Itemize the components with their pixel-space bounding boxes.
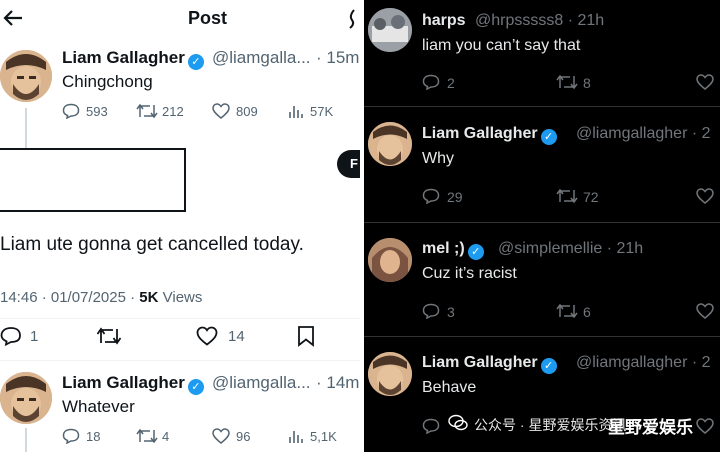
reply-icon[interactable] bbox=[62, 103, 80, 119]
tweet-text: liam you can’t say that bbox=[422, 37, 581, 54]
embedded-media-box[interactable] bbox=[0, 148, 186, 212]
back-arrow-icon[interactable] bbox=[2, 8, 24, 28]
reply-count: 593 bbox=[86, 104, 108, 119]
author-handle[interactable]: @liamgalla... bbox=[212, 373, 311, 393]
tweet-time: · 14m bbox=[316, 373, 360, 392]
retweet-icon[interactable] bbox=[556, 303, 578, 319]
avatar[interactable] bbox=[368, 238, 412, 282]
retweet-icon[interactable] bbox=[556, 188, 578, 204]
reply-count: 18 bbox=[86, 429, 101, 444]
author-name[interactable]: Liam Gallagher ✓ bbox=[62, 373, 204, 395]
author-name[interactable]: mel ;) ✓ bbox=[422, 240, 484, 260]
tweet-text: Why bbox=[422, 150, 454, 167]
main-like-count: 14 bbox=[228, 328, 245, 345]
views-icon[interactable] bbox=[288, 428, 304, 444]
views-count: 5,1K bbox=[310, 429, 337, 444]
reply-icon[interactable] bbox=[422, 418, 440, 434]
divider bbox=[0, 360, 360, 361]
reply-icon[interactable] bbox=[422, 188, 440, 204]
retweet-count: 8 bbox=[583, 75, 591, 91]
reply-icon[interactable] bbox=[62, 428, 80, 444]
divider bbox=[0, 318, 360, 319]
reply-count: 3 bbox=[447, 304, 455, 320]
reply-count: 2 bbox=[447, 75, 455, 91]
heart-icon[interactable] bbox=[696, 418, 714, 434]
tweet-text: Behave bbox=[422, 379, 477, 396]
author-handle[interactable]: @liamgallagher · 2 bbox=[576, 354, 711, 372]
author-handle[interactable]: @simplemellie · 21h bbox=[498, 240, 643, 258]
reply-count: 29 bbox=[447, 189, 463, 205]
retweet-count: 212 bbox=[162, 104, 184, 119]
bookmark-icon[interactable] bbox=[297, 325, 315, 347]
verified-badge-icon: ✓ bbox=[187, 379, 204, 395]
author-handle[interactable]: @liamgalla... bbox=[212, 48, 311, 68]
retweet-count: 6 bbox=[583, 304, 591, 320]
watermark-brand: 星野爱娱乐 bbox=[608, 418, 693, 437]
header-title: Post bbox=[188, 8, 228, 28]
avatar[interactable] bbox=[368, 352, 412, 396]
reply-icon[interactable] bbox=[422, 303, 440, 319]
heart-icon[interactable] bbox=[212, 103, 230, 119]
right-panel: harps @hrpsssss8 · 21h liam you can’t sa… bbox=[364, 0, 720, 452]
divider bbox=[364, 106, 720, 107]
retweet-count: 4 bbox=[162, 429, 170, 444]
author-handle[interactable]: @liamgallagher · 2 bbox=[576, 125, 711, 143]
author-name[interactable]: Liam Gallagher ✓ bbox=[422, 125, 557, 145]
reply-icon[interactable] bbox=[422, 74, 440, 90]
tweet-text: Whatever bbox=[62, 397, 135, 416]
divider bbox=[364, 222, 720, 223]
heart-icon[interactable] bbox=[696, 188, 714, 204]
author-name[interactable]: harps bbox=[422, 12, 466, 30]
verified-badge-icon: ✓ bbox=[467, 244, 484, 260]
more-icon[interactable] bbox=[347, 8, 357, 30]
wechat-icon bbox=[448, 414, 468, 431]
post-datetime: 14:46 · 01/07/2025 · 5K Views bbox=[0, 289, 203, 306]
avatar[interactable] bbox=[368, 8, 412, 52]
verified-badge-icon: ✓ bbox=[187, 54, 204, 70]
retweet-icon[interactable] bbox=[556, 74, 578, 90]
like-count: 809 bbox=[236, 104, 258, 119]
heart-icon[interactable] bbox=[696, 74, 714, 90]
avatar[interactable] bbox=[368, 122, 412, 166]
watermark-source: 公众号 · 星野爱娱乐资讯 bbox=[474, 417, 627, 433]
views-icon[interactable] bbox=[288, 103, 304, 119]
author-name[interactable]: Liam Gallagher ✓ bbox=[422, 354, 557, 374]
retweet-icon[interactable] bbox=[136, 428, 158, 444]
heart-icon[interactable] bbox=[696, 303, 714, 319]
follow-button[interactable]: F bbox=[337, 150, 360, 178]
thread-line bbox=[25, 428, 27, 452]
main-post-text: Liam ute gonna get cancelled today. bbox=[0, 234, 304, 255]
heart-icon[interactable] bbox=[196, 326, 218, 346]
verified-badge-icon: ✓ bbox=[540, 129, 557, 145]
author-handle[interactable]: @hrpsssss8 · 21h bbox=[475, 12, 604, 30]
like-count: 96 bbox=[236, 429, 251, 444]
tweet-text: Chingchong bbox=[62, 72, 153, 91]
main-reply-count: 1 bbox=[30, 328, 39, 345]
tweet-time: · 15m bbox=[316, 48, 360, 67]
tweet-text: Cuz it’s racist bbox=[422, 265, 517, 282]
left-panel: Post Liam Gallagher ✓ @liamgalla... · 15m… bbox=[0, 0, 360, 452]
divider bbox=[364, 336, 720, 337]
thread-line bbox=[25, 108, 27, 150]
views-number: 5K bbox=[139, 289, 159, 306]
reply-icon[interactable] bbox=[0, 326, 22, 346]
retweet-icon[interactable] bbox=[96, 326, 122, 346]
verified-badge-icon: ✓ bbox=[540, 358, 557, 374]
retweet-icon[interactable] bbox=[136, 103, 158, 119]
views-count: 57K bbox=[310, 104, 334, 119]
retweet-count: 72 bbox=[583, 189, 599, 205]
author-name[interactable]: Liam Gallagher ✓ bbox=[62, 48, 204, 70]
avatar[interactable] bbox=[0, 50, 52, 102]
avatar[interactable] bbox=[0, 372, 52, 424]
heart-icon[interactable] bbox=[212, 428, 230, 444]
